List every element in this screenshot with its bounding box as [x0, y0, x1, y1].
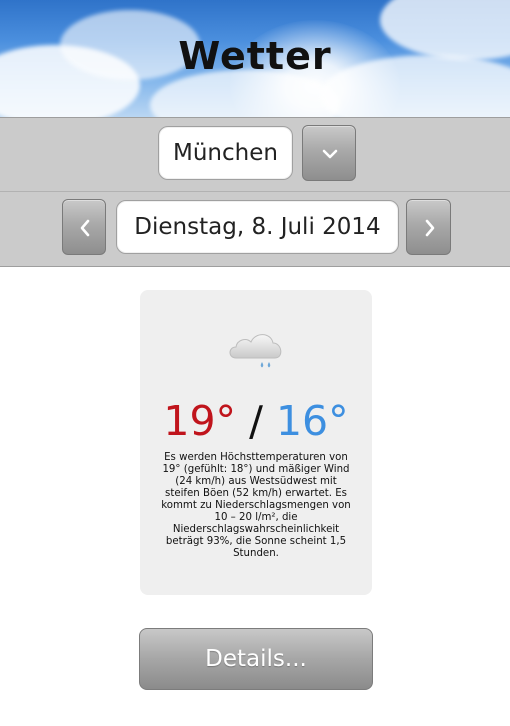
forecast-description: Es werden Höchsttemperaturen von 19° (ge… [161, 452, 351, 559]
temp-low: 16° [275, 397, 349, 445]
forecast-card: 19° / 16° Es werden Höchsttemperaturen v… [140, 290, 372, 595]
location-bar: München [0, 117, 510, 193]
details-button[interactable]: Details... [139, 628, 373, 690]
chevron-down-icon [322, 149, 338, 159]
prev-day-button[interactable] [62, 199, 106, 255]
cloud-rain-icon [229, 334, 282, 368]
temperature-display: 19° / 16° [140, 397, 372, 445]
header-banner: Wetter [0, 0, 510, 117]
city-select[interactable]: München [158, 126, 293, 180]
chevron-left-icon [80, 219, 90, 237]
temp-high: 19° [163, 397, 237, 445]
temp-separator: / [249, 397, 263, 445]
next-day-button[interactable] [406, 199, 451, 255]
date-display[interactable]: Dienstag, 8. Juli 2014 [116, 200, 399, 254]
city-dropdown-button[interactable] [302, 125, 356, 181]
chevron-right-icon [425, 219, 435, 237]
app-title: Wetter [178, 34, 332, 78]
date-nav-bar: Dienstag, 8. Juli 2014 [0, 191, 510, 267]
